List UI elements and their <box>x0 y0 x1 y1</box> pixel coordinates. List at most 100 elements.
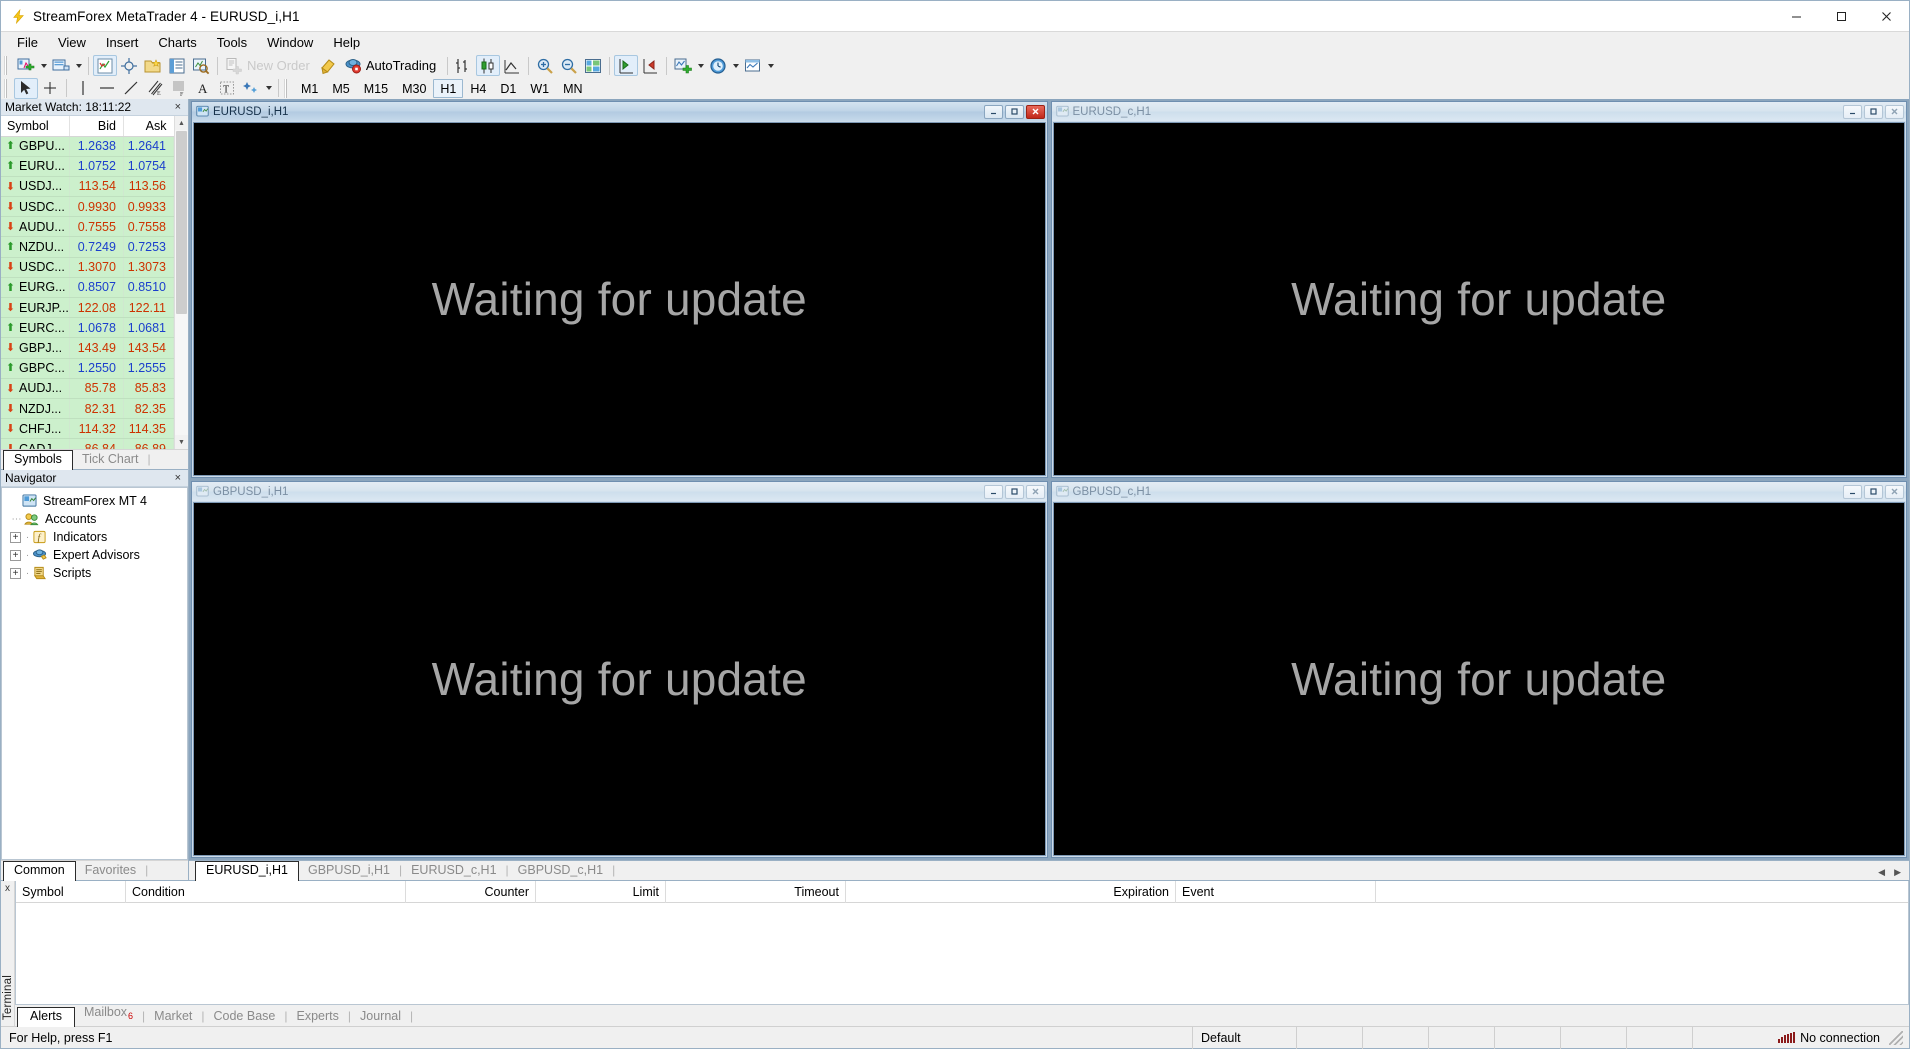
trendline-button[interactable] <box>119 78 143 99</box>
symbol-cell[interactable]: ⬆ GBPU... <box>1 136 70 157</box>
equidistant-channel-button[interactable]: E <box>143 78 167 99</box>
timeframe-m1[interactable]: M1 <box>294 79 325 98</box>
toolbar-grip[interactable] <box>4 56 11 75</box>
timeframe-m5[interactable]: M5 <box>325 79 356 98</box>
alerts-column-header[interactable]: Counter <box>406 880 536 903</box>
minimize-button[interactable] <box>1774 1 1819 32</box>
alerts-column-header[interactable]: Event <box>1176 880 1376 903</box>
alerts-column-header[interactable]: Condition <box>126 880 406 903</box>
table-row[interactable]: ⬆ GBPU... 1.2638 1.2641 <box>1 136 175 157</box>
chart-tabs-scroll-right-icon[interactable]: ▶ <box>1894 867 1901 878</box>
chart-window-titlebar[interactable]: EURUSD_c,H1 <box>1051 102 1906 121</box>
timeframe-toolbar-grip[interactable] <box>284 78 291 98</box>
timeframe-w1[interactable]: W1 <box>523 79 556 98</box>
terminal-close-icon[interactable]: x <box>5 881 10 894</box>
menu-tools[interactable]: Tools <box>207 33 257 53</box>
expander-icon[interactable]: + <box>10 567 21 579</box>
chart-close-button[interactable] <box>1025 104 1045 119</box>
tab-favorites[interactable]: Favorites <box>76 861 145 880</box>
table-row[interactable]: ⬆ NZDU... 0.7249 0.7253 <box>1 236 175 258</box>
menu-view[interactable]: View <box>48 33 96 53</box>
crosshair-button[interactable] <box>117 55 141 76</box>
indicators-dropdown-icon[interactable] <box>698 63 705 68</box>
chart-minimize-button[interactable] <box>1843 104 1862 119</box>
chart-tabs-scroll-left-icon[interactable]: ◀ <box>1878 867 1885 878</box>
terminal-button[interactable] <box>165 55 189 76</box>
auto-scroll-button[interactable] <box>614 55 639 76</box>
chart-canvas[interactable]: Waiting for update <box>1052 502 1905 856</box>
shapes-button[interactable] <box>239 78 263 99</box>
bar-chart-button[interactable] <box>452 55 476 76</box>
alerts-column-header[interactable]: Timeout <box>666 880 846 903</box>
symbol-cell[interactable]: ⬇ AUDU... <box>1 216 70 238</box>
navigator-close-icon[interactable]: × <box>172 472 184 484</box>
new-order-button[interactable]: New Order <box>222 55 317 76</box>
profiles-button[interactable] <box>49 55 73 76</box>
cursor-button[interactable] <box>14 77 38 99</box>
terminal-tab-mailbox[interactable]: Mailbox6 <box>75 1003 142 1027</box>
tab-symbols[interactable]: Symbols <box>3 450 73 470</box>
timeframe-h1[interactable]: H1 <box>433 78 464 98</box>
tree-item-scripts[interactable]: + · Scripts <box>4 564 185 582</box>
symbol-cell[interactable]: ⬇ GBPJ... <box>1 337 70 359</box>
table-row[interactable]: ⬇ NZDJ... 82.31 82.35 <box>1 398 175 420</box>
expander-icon[interactable]: + <box>10 531 21 543</box>
symbol-cell[interactable]: ⬇ AUDJ... <box>1 378 70 399</box>
chart-tab-eurusd-c[interactable]: EURUSD_c,H1 <box>402 861 505 880</box>
chart-window[interactable]: GBPUSD_i,H1 Waiting for update <box>191 481 1048 858</box>
navigator-button[interactable] <box>141 55 165 76</box>
column-header-ask[interactable]: Ask <box>123 116 174 137</box>
terminal-tab-alerts[interactable]: Alerts <box>17 1007 75 1027</box>
expander-icon[interactable]: + <box>10 549 21 561</box>
table-row[interactable]: ⬇ USDJ... 113.54 113.56 <box>1 176 175 198</box>
table-row[interactable]: ⬇ AUDJ... 85.78 85.83 <box>1 378 175 399</box>
profiles-dropdown-icon[interactable] <box>76 63 82 68</box>
menu-help[interactable]: Help <box>323 33 370 53</box>
chart-close-button[interactable] <box>1885 484 1904 499</box>
table-row[interactable]: ⬇ AUDU... 0.7555 0.7558 <box>1 216 175 238</box>
market-watch-close-icon[interactable]: × <box>172 101 184 113</box>
maximize-button[interactable] <box>1819 1 1864 32</box>
tree-item-accounts[interactable]: ⋯ Accounts <box>4 510 185 528</box>
terminal-tab-market[interactable]: Market <box>145 1007 201 1026</box>
scroll-thumb[interactable] <box>176 131 187 314</box>
horizontal-line-button[interactable] <box>95 78 119 99</box>
column-header-bid[interactable]: Bid <box>69 116 124 137</box>
chart-maximize-button[interactable] <box>1004 484 1024 499</box>
menu-charts[interactable]: Charts <box>148 33 206 53</box>
alerts-column-header[interactable]: Expiration <box>846 880 1176 903</box>
timeframe-m30[interactable]: M30 <box>395 79 433 98</box>
zoom-out-button[interactable] <box>557 55 581 76</box>
close-button[interactable] <box>1864 1 1909 32</box>
text-button[interactable]: A <box>191 78 215 99</box>
symbol-cell[interactable]: ⬇ CHFJ... <box>1 418 70 440</box>
chart-tab-gbpusd-c[interactable]: GBPUSD_c,H1 <box>509 861 612 880</box>
status-profile[interactable]: Default <box>1193 1026 1297 1049</box>
vertical-line-button[interactable] <box>71 78 95 99</box>
indicators-button[interactable] <box>671 55 695 76</box>
symbol-cell[interactable]: ⬇ USDJ... <box>1 176 70 198</box>
chart-window[interactable]: EURUSD_c,H1 Waiting for update <box>1050 101 1907 478</box>
table-row[interactable]: ⬆ EURU... 1.0752 1.0754 <box>1 156 175 177</box>
new-chart-button[interactable] <box>14 55 38 76</box>
chart-tab-gbpusd-i[interactable]: GBPUSD_i,H1 <box>299 861 399 880</box>
symbol-cell[interactable]: ⬆ GBPC... <box>1 358 70 379</box>
tree-item-expert-advisors[interactable]: + · Expert Advisors <box>4 546 185 564</box>
timeframe-m15[interactable]: M15 <box>357 79 395 98</box>
scroll-up-icon[interactable]: ▲ <box>175 116 188 130</box>
table-row[interactable]: ⬇ CHFJ... 114.32 114.35 <box>1 418 175 440</box>
table-row[interactable]: ⬇ USDC... 0.9930 0.9933 <box>1 196 175 218</box>
terminal-tab-experts[interactable]: Experts <box>287 1007 347 1026</box>
tab-common[interactable]: Common <box>3 861 76 881</box>
resize-grip-icon[interactable] <box>1889 1030 1903 1045</box>
tree-item-indicators[interactable]: + · f Indicators <box>4 528 185 546</box>
table-row[interactable]: ⬇ GBPJ... 143.49 143.54 <box>1 337 175 359</box>
tree-item-streamforex[interactable]: StreamForex MT 4 <box>4 492 185 510</box>
terminal-tab-code-base[interactable]: Code Base <box>205 1007 285 1026</box>
periods-dropdown-icon[interactable] <box>733 63 740 68</box>
chart-close-button[interactable] <box>1885 104 1904 119</box>
text-label-button[interactable]: T <box>215 78 239 99</box>
timeframe-mn[interactable]: MN <box>556 79 589 98</box>
candlestick-chart-button[interactable] <box>476 55 501 76</box>
timeframe-h4[interactable]: H4 <box>463 79 493 98</box>
